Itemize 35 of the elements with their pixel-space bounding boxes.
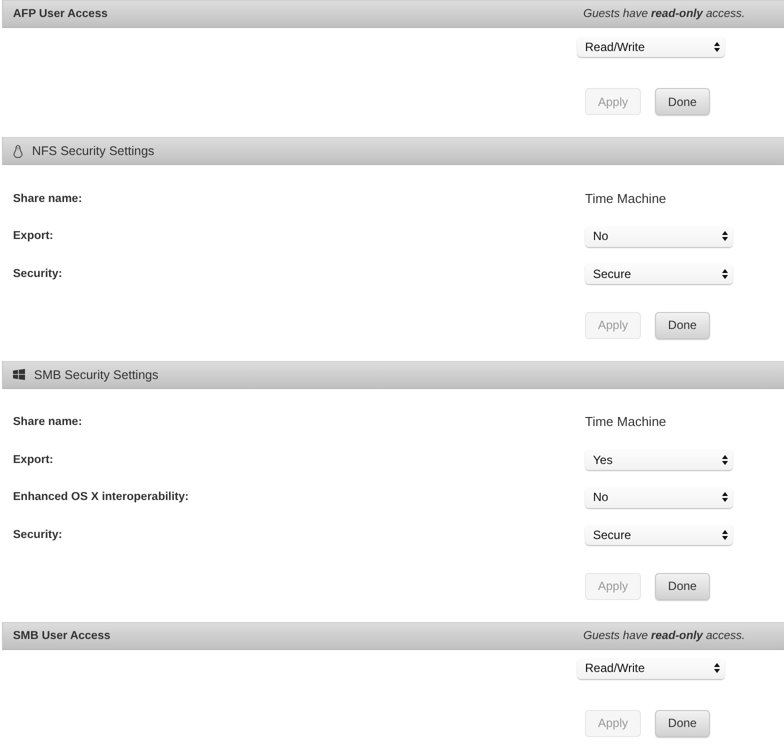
- four-panes-icon: [13, 369, 25, 380]
- action-button[interactable]: Done: [655, 312, 710, 338]
- field-label: Share name:: [13, 416, 82, 428]
- updown-arrows-icon: [722, 268, 728, 279]
- field-label: Security:: [13, 268, 62, 280]
- action-button[interactable]: Done: [655, 572, 710, 600]
- penguin-icon: [13, 144, 23, 158]
- updown-arrows-icon: [714, 42, 720, 52]
- dropdown[interactable]: Read/Write: [577, 36, 725, 57]
- field-label: Export:: [13, 454, 54, 466]
- updown-arrows-icon: [722, 231, 728, 242]
- dropdown[interactable]: No: [585, 486, 733, 508]
- updown-arrows-icon: [714, 663, 720, 673]
- field-value: Time Machine: [585, 190, 666, 206]
- action-button[interactable]: Done: [655, 88, 710, 115]
- action-button[interactable]: Done: [655, 710, 710, 736]
- section-title: SMB User Access: [13, 630, 110, 642]
- field-value: Time Machine: [585, 414, 666, 430]
- updown-arrows-icon: [722, 454, 728, 465]
- section-title: AFP User Access: [13, 8, 108, 20]
- updown-arrows-icon: [722, 530, 728, 540]
- section-title: SMB Security Settings: [34, 368, 158, 382]
- dropdown[interactable]: Read/Write: [577, 658, 725, 678]
- dropdown[interactable]: Yes: [585, 449, 733, 470]
- dropdown[interactable]: No: [585, 226, 733, 247]
- field-label: Enhanced OS X interoperability:: [13, 491, 189, 504]
- section-title: NFS Security Settings: [32, 144, 154, 158]
- dropdown[interactable]: Secure: [585, 524, 733, 546]
- field-label: Export:: [13, 230, 54, 242]
- updown-arrows-icon: [722, 492, 728, 502]
- field-label: Share name:: [13, 192, 82, 205]
- field-label: Security:: [13, 528, 62, 541]
- dropdown[interactable]: Secure: [585, 263, 733, 284]
- access-note: Guests have read-only access.: [583, 630, 745, 642]
- access-note: Guests have read-only access.: [583, 8, 745, 20]
